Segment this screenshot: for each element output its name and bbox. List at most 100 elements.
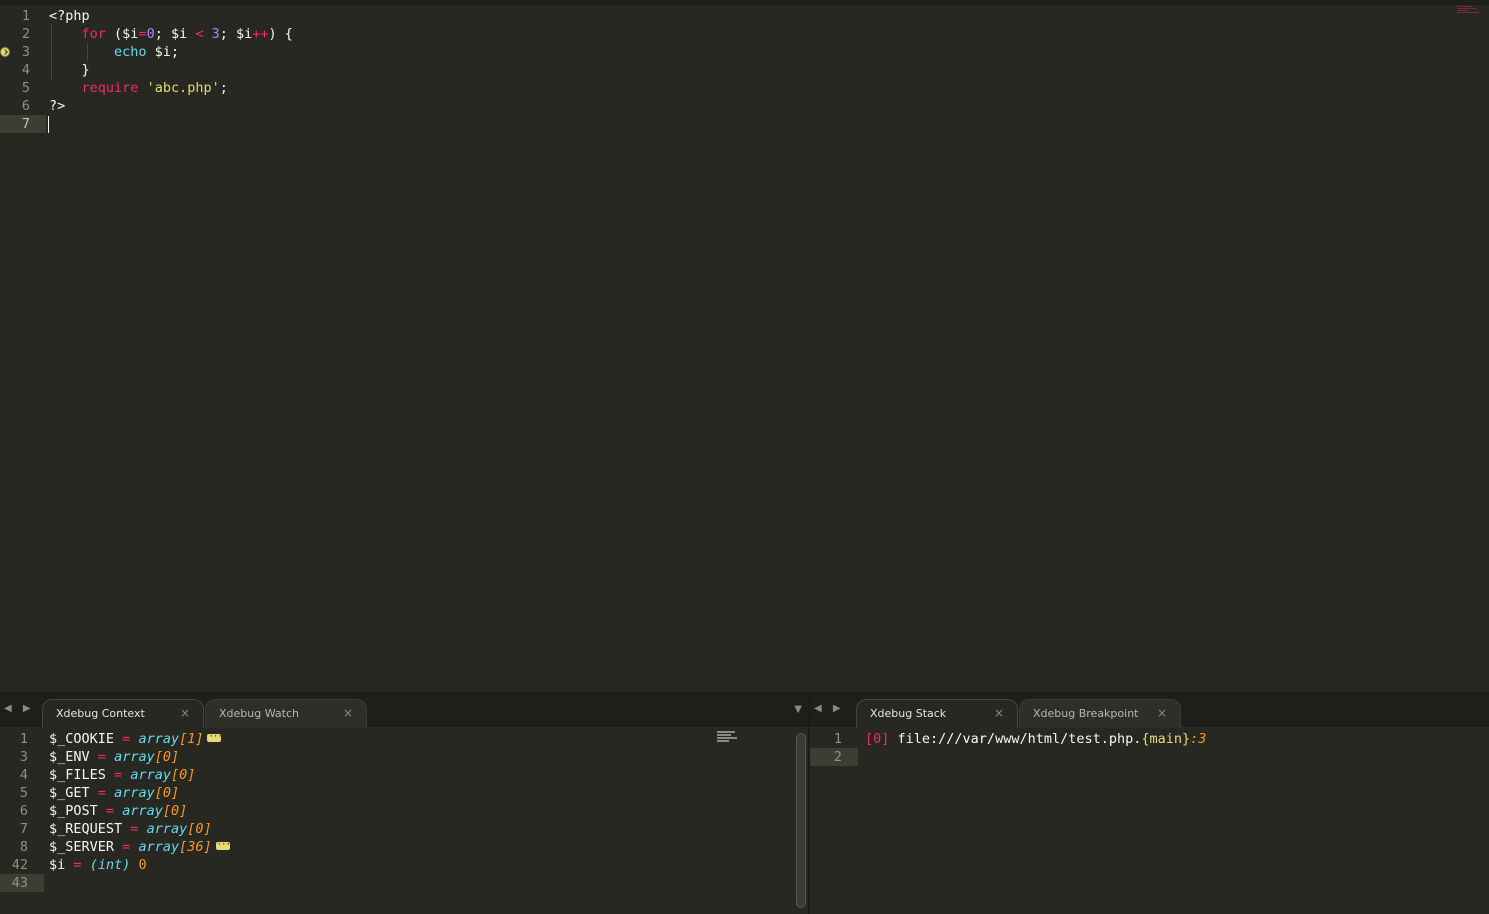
context-variable-row[interactable]: $_GET = array[0] [49,784,179,802]
indent-guide [51,25,52,79]
line-number: 7 [21,116,30,132]
variable-count: [0] [170,767,196,783]
code-line[interactable]: require 'abc.php'; [49,79,228,97]
line-number: 2 [833,749,842,765]
variable-count: [36] [179,839,212,855]
tab-xdebug-watch[interactable]: Xdebug Watch × [205,699,367,728]
tab-xdebug-stack[interactable]: Xdebug Stack × [856,699,1018,728]
code-token: require [81,80,139,96]
code-line[interactable]: <?php [49,7,90,25]
context-variable-row[interactable]: $_POST = array[0] [49,802,187,820]
equals-sign: = [73,857,82,873]
code-token: ; $i [154,26,196,42]
context-variable-row[interactable]: $_SERVER = array[36] [49,836,230,856]
line-number: 6 [21,98,30,114]
line-number: 5 [21,80,30,96]
tab-nav-arrows-icon[interactable]: ◀ ▶ [814,703,845,714]
variable-name: $_POST [49,803,98,819]
variable-name: $_SERVER [49,839,115,855]
context-variable-row[interactable]: $_COOKIE = array[1] [49,728,222,748]
variable-count: [0] [154,749,180,765]
close-icon[interactable]: × [180,699,190,728]
stack-index: [0] [865,731,890,747]
indent-guide [87,43,88,61]
tab-label: Xdebug Watch [219,707,299,720]
code-line[interactable]: ?> [49,97,65,115]
variable-name: $_REQUEST [49,821,123,837]
minimap[interactable] [1457,6,1479,18]
line-number: 43 [11,875,28,891]
variable-count: [0] [187,821,212,837]
code-token: for [81,26,106,42]
equals-sign: = [114,767,123,783]
variable-type: array [114,785,155,801]
variable-name: $_FILES [49,767,106,783]
line-number: 4 [19,767,28,783]
variable-count: [1] [179,731,204,747]
code-line[interactable]: for ($i=0; $i < 3; $i++) { [49,25,293,43]
code-token: ($i [105,26,139,42]
variable-type: array [138,839,180,855]
scrollbar[interactable] [796,733,806,908]
line-number: 1 [19,731,28,747]
code-token: ++ [252,26,269,42]
line-number: 7 [19,821,28,837]
equals-sign: = [97,749,106,765]
code-token: ?> [49,98,66,114]
context-variable-row[interactable]: $_FILES = array[0] [49,766,195,784]
sublime-window: 1 <?php 2 for ($i=0; $i < 3; $i++) {3 echo… [0,0,1489,914]
variable-type: array [146,821,188,837]
line-number: 1 [21,8,30,24]
context-variable-row[interactable]: $_ENV = array[0] [49,748,179,766]
xdebug-stack-panel: ◀ ▶ Xdebug Stack × Xdebug Breakpoint × 1… [810,693,1489,914]
equals-sign: = [105,803,115,819]
close-icon[interactable]: × [1157,699,1167,728]
line-number: 6 [19,803,28,819]
tab-xdebug-breakpoint[interactable]: Xdebug Breakpoint × [1019,699,1181,728]
right-tabbar: ◀ ▶ Xdebug Stack × Xdebug Breakpoint × [810,693,1489,728]
minimap[interactable] [717,731,737,745]
editor-top-border [0,0,1489,5]
code-token: ) { [268,26,293,42]
context-variable-row[interactable]: $_REQUEST = array[0] [49,820,212,838]
variable-count: 0 [138,857,147,873]
line-number: 3 [19,749,28,765]
code-token: echo [114,44,147,60]
close-icon[interactable]: × [994,699,1004,728]
text-caret [48,116,49,133]
variable-name: $_ENV [49,749,90,765]
context-variable-row[interactable]: $i = (int) 0 [49,856,147,874]
tab-nav-arrows-icon[interactable]: ◀ ▶ [4,703,35,714]
expand-ellipsis-icon[interactable] [207,728,222,746]
line-number: 2 [21,26,30,42]
line-number: 1 [833,731,842,747]
code-editor[interactable]: 1 <?php 2 for ($i=0; $i < 3; $i++) {3 echo… [0,0,1489,692]
close-icon[interactable]: × [343,699,353,728]
stack-frame-row[interactable]: [0] file:///var/www/html/test.php.{main}… [865,730,1206,748]
tab-xdebug-context[interactable]: Xdebug Context × [42,699,204,728]
variable-type: array [130,767,171,783]
xdebug-context-panel: ◀ ▶ Xdebug Context × Xdebug Watch × ▼ 1 $… [0,693,808,914]
stack-file: file:///var/www/html/test.php. [897,731,1142,747]
variable-count: [0] [162,803,188,819]
variable-name: $i [49,857,66,873]
code-token: $i; [146,44,180,60]
variable-type: array [138,731,180,747]
line-number: 8 [19,839,28,855]
debug-panels: ◀ ▶ Xdebug Context × Xdebug Watch × ▼ 1 $… [0,692,1489,914]
equals-sign: = [97,785,106,801]
expand-ellipsis-icon[interactable] [215,836,230,854]
tab-menu-chevron-down-icon[interactable]: ▼ [794,704,802,715]
code-token: } [49,62,90,78]
breakpoint-current-icon[interactable] [0,47,10,57]
tab-label: Xdebug Breakpoint [1033,707,1139,720]
left-tabbar: ◀ ▶ Xdebug Context × Xdebug Watch × ▼ [0,693,808,728]
code-line[interactable]: echo $i; [49,43,179,61]
code-line[interactable]: } [49,61,90,79]
variable-type: array [114,749,155,765]
code-token: <?php [49,8,90,24]
